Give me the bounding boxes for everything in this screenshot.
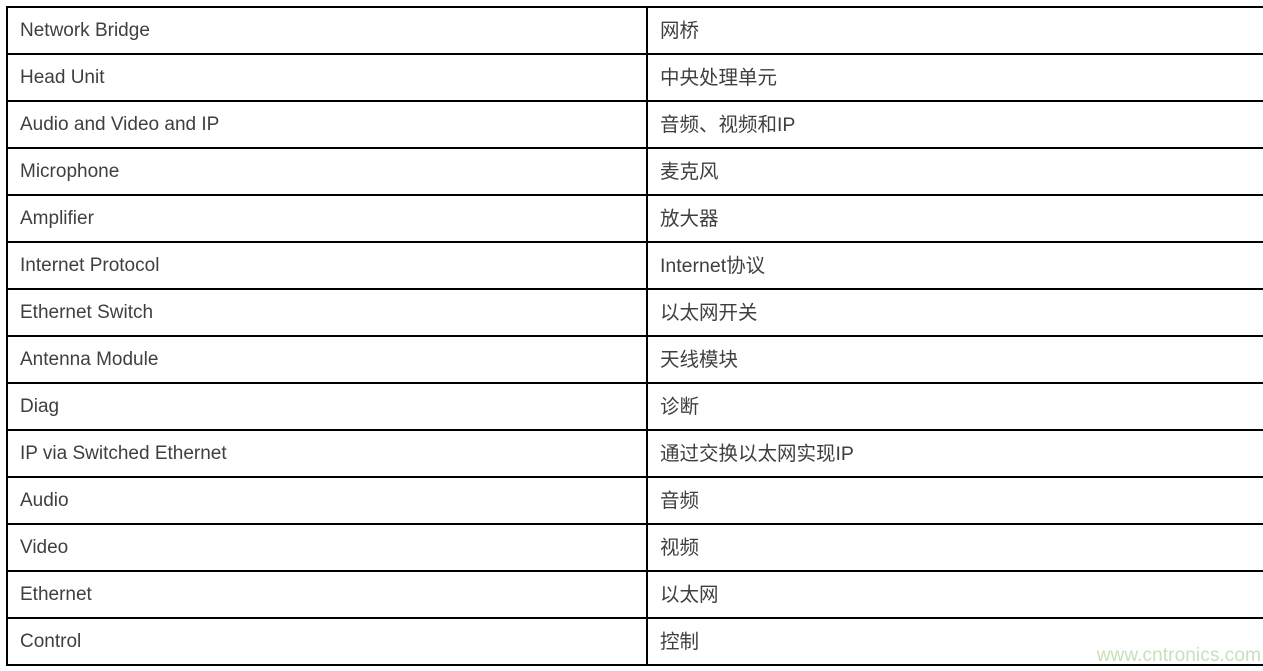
table-row: Audio 音频 [6,476,1263,525]
term-cell: Diag [6,382,648,431]
translation-cell: 以太网 [646,570,1263,619]
term-cell: Amplifier [6,194,648,243]
translation-cell: 放大器 [646,194,1263,243]
glossary-table-body: Network Bridge 网桥 Head Unit 中央处理单元 Audio and… [6,6,1263,666]
table-row: Amplifier 放大器 [6,194,1263,243]
table-row: IP via Switched Ethernet 通过交换以太网实现IP [6,429,1263,478]
translation-cell: 中央处理单元 [646,53,1263,102]
table-row: Diag 诊断 [6,382,1263,431]
table-row: Video 视频 [6,523,1263,572]
term-cell: Antenna Module [6,335,648,384]
translation-cell: 控制 [646,617,1263,666]
term-cell: IP via Switched Ethernet [6,429,648,478]
term-cell: Audio and Video and IP [6,100,648,149]
translation-cell: 音频 [646,476,1263,525]
term-cell: Head Unit [6,53,648,102]
translation-cell: 通过交换以太网实现IP [646,429,1263,478]
table-row: Internet Protocol Internet协议 [6,241,1263,290]
term-cell: Internet Protocol [6,241,648,290]
table-row: Control 控制 [6,617,1263,666]
translation-cell: Internet协议 [646,241,1263,290]
translation-cell: 天线模块 [646,335,1263,384]
translation-cell: 以太网开关 [646,288,1263,337]
term-cell: Control [6,617,648,666]
translation-cell: 网桥 [646,6,1263,55]
term-cell: Ethernet Switch [6,288,648,337]
term-cell: Audio [6,476,648,525]
table-row: Audio and Video and IP 音频、视频和IP [6,100,1263,149]
table-row: Ethernet Switch 以太网开关 [6,288,1263,337]
term-cell: Microphone [6,147,648,196]
translation-cell: 麦克风 [646,147,1263,196]
table-row: Network Bridge 网桥 [6,6,1263,55]
table-row: Antenna Module 天线模块 [6,335,1263,384]
term-cell: Video [6,523,648,572]
glossary-table: Network Bridge 网桥 Head Unit 中央处理单元 Audio and… [6,6,1263,666]
table-row: Microphone 麦克风 [6,147,1263,196]
term-cell: Ethernet [6,570,648,619]
translation-cell: 视频 [646,523,1263,572]
term-cell: Network Bridge [6,6,648,55]
table-row: Head Unit 中央处理单元 [6,53,1263,102]
translation-cell: 诊断 [646,382,1263,431]
translation-cell: 音频、视频和IP [646,100,1263,149]
table-row: Ethernet 以太网 [6,570,1263,619]
